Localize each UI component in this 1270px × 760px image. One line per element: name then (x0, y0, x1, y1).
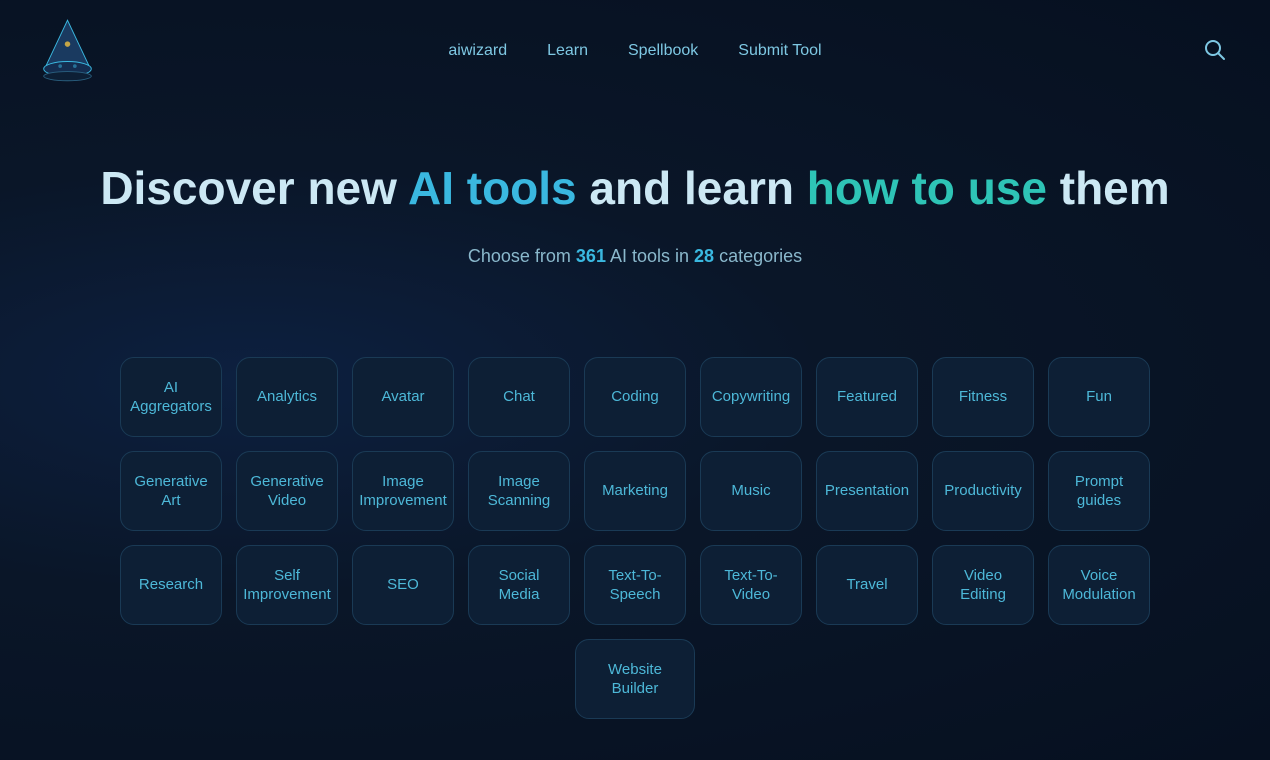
category-row-4: Website Builder (120, 639, 1150, 719)
category-prompt-guides[interactable]: Prompt guides (1048, 451, 1150, 531)
nav-links: aiwizard Learn Spellbook Submit Tool (448, 42, 821, 60)
hero-heading: Discover new AI tools and learn how to u… (20, 161, 1250, 216)
category-avatar[interactable]: Avatar (352, 357, 454, 437)
category-fitness[interactable]: Fitness (932, 357, 1034, 437)
category-text-to-speech[interactable]: Text-To-Speech (584, 545, 686, 625)
category-video-editing[interactable]: Video Editing (932, 545, 1034, 625)
category-presentation[interactable]: Presentation (816, 451, 918, 531)
category-image-scanning[interactable]: Image Scanning (468, 451, 570, 531)
category-website-builder[interactable]: Website Builder (575, 639, 695, 719)
category-music[interactable]: Music (700, 451, 802, 531)
category-marketing[interactable]: Marketing (584, 451, 686, 531)
category-chat[interactable]: Chat (468, 357, 570, 437)
category-featured[interactable]: Featured (816, 357, 918, 437)
category-travel[interactable]: Travel (816, 545, 918, 625)
search-button[interactable] (1198, 33, 1230, 68)
category-productivity[interactable]: Productivity (932, 451, 1034, 531)
category-row-2: Generative Art Generative Video Image Im… (120, 451, 1150, 531)
categories-grid: AI Aggregators Analytics Avatar Chat Cod… (0, 357, 1270, 759)
category-row-1: AI Aggregators Analytics Avatar Chat Cod… (120, 357, 1150, 437)
category-image-improvement[interactable]: Image Improvement (352, 451, 454, 531)
category-copywriting[interactable]: Copywriting (700, 357, 802, 437)
category-self-improvement[interactable]: Self Improvement (236, 545, 338, 625)
nav-submit-tool[interactable]: Submit Tool (738, 42, 821, 60)
nav-aiwizard[interactable]: aiwizard (448, 42, 507, 60)
nav-learn[interactable]: Learn (547, 42, 588, 60)
hero-subtitle: Choose from 361 AI tools in 28 categorie… (20, 246, 1250, 267)
category-ai-aggregators[interactable]: AI Aggregators (120, 357, 222, 437)
category-generative-video[interactable]: Generative Video (236, 451, 338, 531)
nav-spellbook[interactable]: Spellbook (628, 42, 698, 60)
category-social-media[interactable]: Social Media (468, 545, 570, 625)
navbar: aiwizard Learn Spellbook Submit Tool (0, 0, 1270, 101)
category-research[interactable]: Research (120, 545, 222, 625)
category-fun[interactable]: Fun (1048, 357, 1150, 437)
category-row-3: Research Self Improvement SEO Social Med… (120, 545, 1150, 625)
category-seo[interactable]: SEO (352, 545, 454, 625)
logo[interactable] (40, 18, 95, 83)
category-analytics[interactable]: Analytics (236, 357, 338, 437)
category-text-to-video[interactable]: Text-To-Video (700, 545, 802, 625)
category-generative-art[interactable]: Generative Art (120, 451, 222, 531)
category-voice-modulation[interactable]: Voice Modulation (1048, 545, 1150, 625)
category-coding[interactable]: Coding (584, 357, 686, 437)
hero-section: Discover new AI tools and learn how to u… (0, 101, 1270, 357)
